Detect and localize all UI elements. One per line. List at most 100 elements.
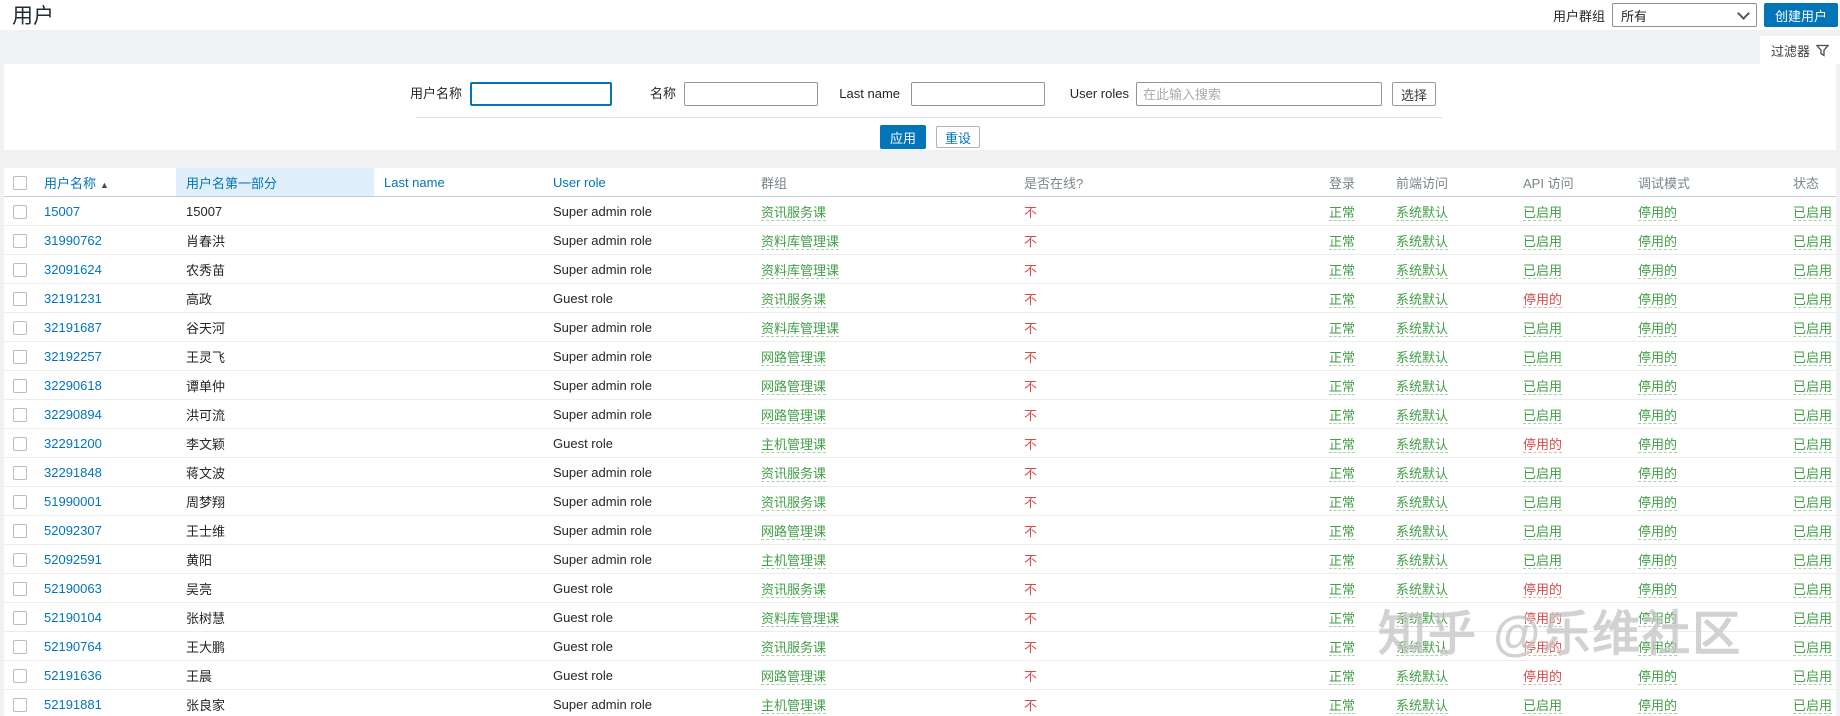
debug-mode-link[interactable]: 停用的 — [1638, 581, 1678, 598]
api-access-link[interactable]: 已启用 — [1523, 552, 1563, 569]
frontend-access-link[interactable]: 系统默认 — [1396, 581, 1449, 598]
user-status-link[interactable]: 已启用 — [1793, 668, 1833, 685]
user-status-link[interactable]: 已启用 — [1793, 465, 1833, 482]
frontend-access-link[interactable]: 系统默认 — [1396, 378, 1449, 395]
api-access-link[interactable]: 已启用 — [1523, 465, 1563, 482]
header-user-role[interactable]: User role — [543, 168, 751, 197]
group-link[interactable]: 网路管理课 — [761, 668, 827, 685]
username-link[interactable]: 52190104 — [44, 610, 102, 625]
frontend-access-link[interactable]: 系统默认 — [1396, 523, 1449, 540]
username-link[interactable]: 31990762 — [44, 233, 102, 248]
debug-mode-link[interactable]: 停用的 — [1638, 697, 1678, 714]
api-access-link[interactable]: 停用的 — [1523, 436, 1563, 453]
header-username[interactable]: 用户名称 ▲ — [34, 168, 176, 197]
group-link[interactable]: 网路管理课 — [761, 349, 827, 366]
login-status-link[interactable]: 正常 — [1329, 436, 1356, 453]
row-checkbox[interactable] — [13, 668, 27, 683]
api-access-link[interactable]: 已启用 — [1523, 378, 1563, 395]
login-status-link[interactable]: 正常 — [1329, 407, 1356, 424]
row-checkbox[interactable] — [13, 233, 27, 248]
user-status-link[interactable]: 已启用 — [1793, 494, 1833, 511]
group-link[interactable]: 资料库管理课 — [761, 262, 840, 279]
row-checkbox[interactable] — [13, 494, 27, 509]
user-status-link[interactable]: 已启用 — [1793, 552, 1833, 569]
login-status-link[interactable]: 正常 — [1329, 349, 1356, 366]
username-link[interactable]: 52191881 — [44, 697, 102, 712]
debug-mode-link[interactable]: 停用的 — [1638, 262, 1678, 279]
debug-mode-link[interactable]: 停用的 — [1638, 378, 1678, 395]
row-checkbox[interactable] — [13, 581, 27, 596]
row-checkbox[interactable] — [13, 349, 27, 364]
user-status-link[interactable]: 已启用 — [1793, 639, 1833, 656]
login-status-link[interactable]: 正常 — [1329, 320, 1356, 337]
reset-button[interactable]: 重设 — [936, 126, 980, 148]
create-user-button[interactable]: 创建用户 — [1763, 3, 1838, 27]
username-link[interactable]: 52191636 — [44, 668, 102, 683]
login-status-link[interactable]: 正常 — [1329, 204, 1356, 221]
group-link[interactable]: 网路管理课 — [761, 523, 827, 540]
frontend-access-link[interactable]: 系统默认 — [1396, 349, 1449, 366]
login-status-link[interactable]: 正常 — [1329, 697, 1356, 714]
username-link[interactable]: 52190063 — [44, 581, 102, 596]
login-status-link[interactable]: 正常 — [1329, 523, 1356, 540]
apply-button[interactable]: 应用 — [880, 125, 926, 149]
row-checkbox[interactable] — [13, 204, 27, 219]
login-status-link[interactable]: 正常 — [1329, 233, 1356, 250]
row-checkbox[interactable] — [13, 407, 27, 422]
debug-mode-link[interactable]: 停用的 — [1638, 610, 1678, 627]
row-checkbox[interactable] — [13, 291, 27, 306]
row-checkbox[interactable] — [13, 523, 27, 538]
api-access-link[interactable]: 已启用 — [1523, 494, 1563, 511]
login-status-link[interactable]: 正常 — [1329, 668, 1356, 685]
login-status-link[interactable]: 正常 — [1329, 494, 1356, 511]
username-link[interactable]: 52092591 — [44, 552, 102, 567]
debug-mode-link[interactable]: 停用的 — [1638, 523, 1678, 540]
api-access-link[interactable]: 已启用 — [1523, 523, 1563, 540]
api-access-link[interactable]: 停用的 — [1523, 639, 1563, 656]
username-link[interactable]: 15007 — [44, 204, 80, 219]
user-status-link[interactable]: 已启用 — [1793, 262, 1833, 279]
frontend-access-link[interactable]: 系统默认 — [1396, 204, 1449, 221]
frontend-access-link[interactable]: 系统默认 — [1396, 436, 1449, 453]
group-link[interactable]: 网路管理课 — [761, 407, 827, 424]
username-filter-input[interactable] — [470, 82, 612, 106]
username-link[interactable]: 32291848 — [44, 465, 102, 480]
user-status-link[interactable]: 已启用 — [1793, 320, 1833, 337]
username-link[interactable]: 32192257 — [44, 349, 102, 364]
row-checkbox[interactable] — [13, 262, 27, 277]
user-status-link[interactable]: 已启用 — [1793, 349, 1833, 366]
group-link[interactable]: 资讯服务课 — [761, 204, 827, 221]
name-filter-input[interactable] — [684, 82, 818, 106]
debug-mode-link[interactable]: 停用的 — [1638, 407, 1678, 424]
username-link[interactable]: 52190764 — [44, 639, 102, 654]
login-status-link[interactable]: 正常 — [1329, 610, 1356, 627]
frontend-access-link[interactable]: 系统默认 — [1396, 233, 1449, 250]
api-access-link[interactable]: 已启用 — [1523, 262, 1563, 279]
frontend-access-link[interactable]: 系统默认 — [1396, 697, 1449, 714]
row-checkbox[interactable] — [13, 552, 27, 567]
row-checkbox[interactable] — [13, 378, 27, 393]
group-link[interactable]: 资讯服务课 — [761, 639, 827, 656]
group-link[interactable]: 主机管理课 — [761, 697, 827, 714]
api-access-link[interactable]: 停用的 — [1523, 610, 1563, 627]
api-access-link[interactable]: 停用的 — [1523, 291, 1563, 308]
header-first-name[interactable]: 用户名第一部分 — [176, 168, 374, 197]
group-link[interactable]: 主机管理课 — [761, 436, 827, 453]
debug-mode-link[interactable]: 停用的 — [1638, 436, 1678, 453]
user-roles-filter-input[interactable] — [1136, 82, 1382, 106]
user-status-link[interactable]: 已启用 — [1793, 581, 1833, 598]
user-status-link[interactable]: 已启用 — [1793, 378, 1833, 395]
debug-mode-link[interactable]: 停用的 — [1638, 204, 1678, 221]
filter-tab[interactable]: 过滤器 — [1760, 36, 1840, 64]
user-status-link[interactable]: 已启用 — [1793, 610, 1833, 627]
username-link[interactable]: 32091624 — [44, 262, 102, 277]
debug-mode-link[interactable]: 停用的 — [1638, 349, 1678, 366]
api-access-link[interactable]: 停用的 — [1523, 668, 1563, 685]
user-roles-select-button[interactable]: 选择 — [1392, 82, 1437, 106]
api-access-link[interactable]: 已启用 — [1523, 697, 1563, 714]
api-access-link[interactable]: 已启用 — [1523, 204, 1563, 221]
lastname-filter-input[interactable] — [911, 82, 1045, 106]
group-link[interactable]: 主机管理课 — [761, 552, 827, 569]
select-all-checkbox[interactable] — [13, 175, 27, 190]
frontend-access-link[interactable]: 系统默认 — [1396, 262, 1449, 279]
